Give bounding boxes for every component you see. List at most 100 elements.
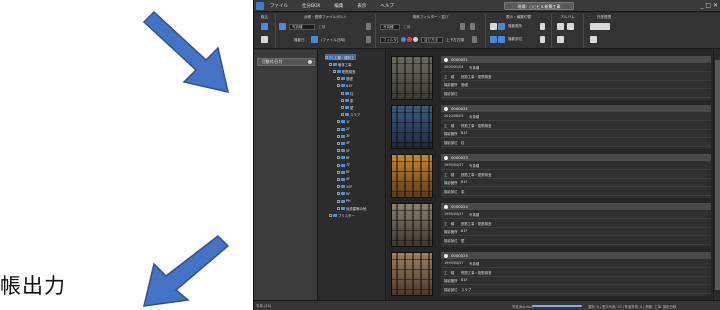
expand-icon[interactable] xyxy=(337,134,340,138)
site-selector[interactable]: 現場：○○ビル新築工事 xyxy=(504,2,574,10)
edit-toggle-icon[interactable] xyxy=(498,23,505,30)
tree-node[interactable]: PH xyxy=(337,198,351,204)
select-radio-icon[interactable] xyxy=(444,57,448,62)
filter-blue-dot-icon[interactable] xyxy=(401,37,406,42)
photo-thumbnail[interactable] xyxy=(391,154,433,198)
tree-node[interactable]: 1F xyxy=(337,119,350,125)
tree-node[interactable]: 9F xyxy=(337,176,350,182)
tree-node[interactable]: 10F xyxy=(337,184,352,190)
photo-entry[interactable]: 0000021 2010/08/05 写真種工 種 鉄筋工事・配筋検査 撮影箇所 B1F 撮… xyxy=(387,103,712,151)
tree-node[interactable]: 6F xyxy=(337,155,350,161)
vertical-scrollbar[interactable] xyxy=(713,50,720,300)
tree-node[interactable]: 躯体工事 xyxy=(329,61,352,67)
expand-icon[interactable] xyxy=(337,192,340,196)
photo-entry[interactable]: 0000025 1999/04/27 写真種工 種 鉄筋工事・配筋検査 撮影箇所 B1F 撮… xyxy=(387,250,712,298)
menu-file[interactable]: ファイル xyxy=(270,3,288,9)
expand-icon[interactable] xyxy=(329,62,332,66)
tree-node[interactable]: 工種・種別工 xyxy=(325,54,357,60)
sort-method-field[interactable]: 並び方法 xyxy=(421,37,443,43)
import-icon[interactable] xyxy=(261,23,268,30)
expand-icon[interactable] xyxy=(337,185,340,189)
photo-thumbnail[interactable] xyxy=(391,105,433,149)
photo-thumbnail[interactable] xyxy=(391,252,433,296)
album-icon[interactable] xyxy=(557,23,564,30)
tree-node[interactable]: 3F xyxy=(337,133,350,139)
grid-icon[interactable] xyxy=(540,23,545,30)
dropdown-icon[interactable] xyxy=(460,23,465,30)
expand-icon[interactable] xyxy=(337,149,340,153)
menu-sort-box[interactable]: 仕分BOX xyxy=(302,3,320,9)
photo-entry[interactable]: 0000023 1999/04/27 写真種工 種 鉄筋工事・配筋検査 撮影箇所 B1F 撮… xyxy=(387,152,712,200)
ledger-icon[interactable] xyxy=(279,23,286,30)
photo-number-header[interactable]: 0000025 xyxy=(441,252,711,259)
tree-node[interactable]: 4F xyxy=(337,140,350,146)
expand-icon[interactable] xyxy=(337,77,340,81)
external-settings-icon[interactable] xyxy=(590,36,597,43)
select-radio-icon[interactable] xyxy=(444,204,448,209)
tree-node[interactable]: スラブ xyxy=(341,112,360,118)
expand-icon[interactable] xyxy=(337,177,340,181)
tree-node[interactable]: B1F xyxy=(337,83,352,89)
expand-icon[interactable] xyxy=(329,213,332,217)
window-controls[interactable]: _ □ ✕ xyxy=(700,2,718,9)
photo-entry[interactable]: 0000021 2009/01/04 写真種工 種 鉄筋工事・配筋検査 撮影箇所 基礎 撮影… xyxy=(387,54,712,102)
photo-thumbnail[interactable] xyxy=(391,56,433,100)
select-radio-icon[interactable] xyxy=(444,155,448,160)
photo-number-header[interactable]: 0000023 xyxy=(441,154,711,161)
expand-icon[interactable] xyxy=(333,69,336,73)
tree-node[interactable]: 7F xyxy=(337,162,350,168)
select-radio-icon[interactable] xyxy=(444,253,448,258)
dropdown-icon[interactable] xyxy=(472,36,477,43)
photo-number-header[interactable]: 0000021 xyxy=(441,105,711,112)
album-export-icon[interactable] xyxy=(557,36,564,43)
filter-red-dot-icon[interactable] xyxy=(407,37,412,42)
expand-icon[interactable] xyxy=(325,55,328,59)
tree-node[interactable]: 2F xyxy=(337,126,350,132)
menu-view[interactable]: 表示 xyxy=(357,3,366,9)
menu-help[interactable]: ヘルプ xyxy=(380,3,394,9)
expand-icon[interactable] xyxy=(337,163,340,167)
filter-button[interactable]: フィルタ xyxy=(380,37,398,43)
import-folder-icon[interactable] xyxy=(261,36,268,43)
list-view-icon[interactable] xyxy=(490,36,497,43)
date-mode-chip[interactable]: 日数付/日付 xyxy=(257,58,315,66)
tree-node[interactable]: 梁 xyxy=(341,97,353,103)
photo-number-header[interactable]: 0000024 xyxy=(441,203,711,210)
expand-icon[interactable] xyxy=(341,91,344,95)
tree-node[interactable]: 8F xyxy=(337,169,350,175)
expand-icon[interactable] xyxy=(337,199,340,203)
external-link-icon[interactable] xyxy=(590,23,610,30)
tree-node[interactable]: 柱 xyxy=(341,90,353,96)
filter-white-dot-icon[interactable] xyxy=(413,37,418,42)
kind-field[interactable]: 写真種 xyxy=(289,24,315,30)
tree-node[interactable]: 壁 xyxy=(341,104,353,110)
calendar-icon[interactable] xyxy=(311,36,318,43)
expand-icon[interactable] xyxy=(341,105,344,109)
photo-entry[interactable]: 0000024 1999/04/27 写真種工 種 鉄筋工事・配筋検査 撮影箇所 B1F 撮… xyxy=(387,201,712,249)
expand-icon[interactable] xyxy=(337,84,340,88)
filter-kind-field[interactable]: 写真種 xyxy=(380,24,400,30)
expand-icon[interactable] xyxy=(337,127,340,131)
expand-icon[interactable] xyxy=(337,170,340,174)
menu-edit[interactable]: 編集 xyxy=(334,3,343,9)
tree-node[interactable]: 配筋検査 xyxy=(333,68,356,74)
dropdown-icon[interactable] xyxy=(366,36,371,43)
tree-node[interactable]: ブリスター xyxy=(329,212,355,218)
tree-node[interactable]: 5F xyxy=(337,148,350,154)
expand-icon[interactable] xyxy=(337,206,340,210)
expand-icon[interactable] xyxy=(337,120,340,124)
clear-icon[interactable] xyxy=(470,23,475,30)
zoom-slider[interactable] xyxy=(532,305,582,307)
expand-icon[interactable] xyxy=(341,113,344,117)
radio-icon[interactable] xyxy=(308,60,312,64)
display-toggle-icon[interactable] xyxy=(490,23,497,30)
tree-node[interactable]: 仮設建築の他 xyxy=(337,205,366,211)
photo-thumbnail[interactable] xyxy=(391,203,433,247)
expand-icon[interactable] xyxy=(337,141,340,145)
grid-icon[interactable] xyxy=(540,36,545,43)
expand-icon[interactable] xyxy=(341,98,344,102)
tree-node[interactable]: RF xyxy=(337,191,350,197)
tile-view-icon[interactable] xyxy=(498,36,505,43)
scrollbar-thumb[interactable] xyxy=(715,60,720,290)
photo-number-header[interactable]: 0000021 xyxy=(441,56,711,63)
